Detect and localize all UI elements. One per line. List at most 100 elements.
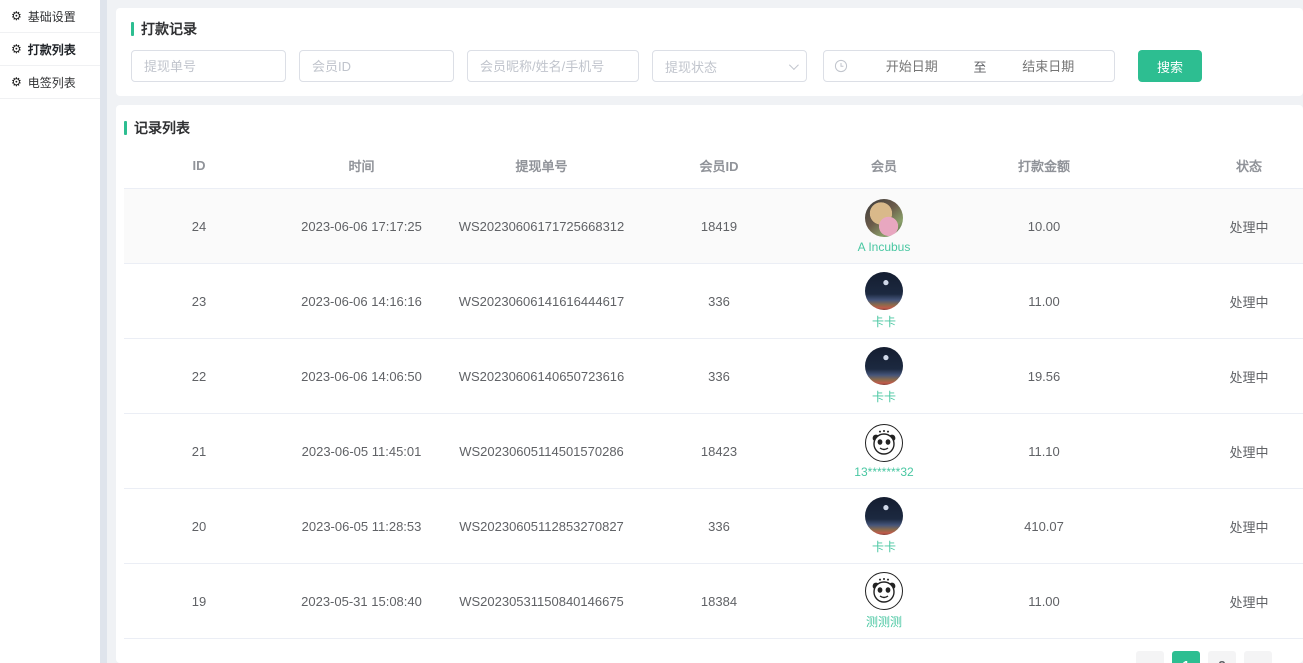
page-title: 打款记录 [141, 19, 197, 39]
cell-member-id: 18419 [634, 189, 804, 264]
member-avatar [865, 199, 903, 237]
sidebar-item-payment-list[interactable]: ⚙ 打款列表 [0, 33, 100, 66]
cell-amount: 11.00 [964, 264, 1124, 339]
member-avatar [865, 497, 903, 535]
table-row: 23 2023-06-06 14:16:16 WS202306061416164… [124, 264, 1303, 339]
gear-icon: ⚙ [11, 10, 22, 22]
cell-id: 22 [124, 339, 274, 414]
cell-time: 2023-06-05 11:45:01 [274, 414, 449, 489]
prev-page-button[interactable]: ‹ [1136, 651, 1164, 663]
cell-status: 处理中 [1124, 489, 1303, 564]
cell-time: 2023-06-05 11:28:53 [274, 489, 449, 564]
withdraw-order-input[interactable] [131, 50, 286, 82]
member-id-input[interactable] [299, 50, 454, 82]
member-name-link[interactable]: 卡卡 [872, 388, 896, 405]
table-row: 22 2023-06-06 14:06:50 WS202306061406507… [124, 339, 1303, 414]
cell-member: 卡卡 [804, 339, 964, 414]
member-avatar [865, 272, 903, 310]
member-name-link[interactable]: 13*******32 [854, 465, 913, 479]
cell-time: 2023-05-31 15:08:40 [274, 564, 449, 639]
table-row: 20 2023-06-05 11:28:53 WS202306051128532… [124, 489, 1303, 564]
record-list-card: 记录列表 ID 时间 提现单号 会员ID 会员 打款金额 状态 [116, 105, 1303, 663]
col-header-amount: 打款金额 [964, 147, 1124, 189]
page-button-1[interactable]: 1 [1172, 651, 1200, 663]
cell-amount: 19.56 [964, 339, 1124, 414]
cell-status: 处理中 [1124, 264, 1303, 339]
date-range-separator: 至 [968, 57, 993, 76]
cell-amount: 11.00 [964, 564, 1124, 639]
main-content: 打款记录 提现状态 至 [116, 0, 1303, 663]
cell-status: 处理中 [1124, 414, 1303, 489]
member-name-link[interactable]: 卡卡 [872, 313, 896, 330]
payment-records-table: ID 时间 提现单号 会员ID 会员 打款金额 状态 24 2023-06-06… [124, 147, 1303, 639]
pagination: ‹ 1 2 › [124, 639, 1295, 663]
cell-member: 卡卡 [804, 264, 964, 339]
member-name-link[interactable]: 测测测 [866, 613, 902, 630]
cell-status: 处理中 [1124, 564, 1303, 639]
app-layout: ⚙ 基础设置 ⚙ 打款列表 ⚙ 电签列表 打款记录 提现状态 [0, 0, 1303, 663]
member-avatar [865, 572, 903, 610]
gear-icon: ⚙ [11, 43, 22, 55]
sidebar-item-basic-settings[interactable]: ⚙ 基础设置 [0, 0, 100, 33]
table-section-title: 记录列表 [124, 118, 1295, 138]
select-placeholder: 提现状态 [665, 57, 717, 76]
sidebar-item-esign-list[interactable]: ⚙ 电签列表 [0, 66, 100, 99]
member-avatar [865, 347, 903, 385]
cell-id: 20 [124, 489, 274, 564]
cell-member-id: 336 [634, 264, 804, 339]
cell-amount: 10.00 [964, 189, 1124, 264]
cell-member: 测测测 [804, 564, 964, 639]
member-name-link[interactable]: 卡卡 [872, 538, 896, 555]
table-row: 21 2023-06-05 11:45:01 WS202306051145015… [124, 414, 1303, 489]
page-button-2[interactable]: 2 [1208, 651, 1236, 663]
sidebar-item-label: 打款列表 [28, 41, 76, 58]
cell-id: 21 [124, 414, 274, 489]
sidebar: ⚙ 基础设置 ⚙ 打款列表 ⚙ 电签列表 [0, 0, 100, 663]
cell-member-id: 336 [634, 489, 804, 564]
cell-order-no: WS20230605112853270827 [449, 489, 634, 564]
col-header-order-no: 提现单号 [449, 147, 634, 189]
cell-order-no: WS20230606140650723616 [449, 339, 634, 414]
col-header-status: 状态 [1124, 147, 1303, 189]
col-header-time: 时间 [274, 147, 449, 189]
date-range-picker[interactable]: 至 [823, 50, 1115, 82]
chevron-down-icon [789, 60, 799, 70]
cell-status: 处理中 [1124, 189, 1303, 264]
table-title: 记录列表 [134, 118, 190, 138]
next-page-button[interactable]: › [1244, 651, 1272, 663]
sidebar-item-label: 电签列表 [28, 74, 76, 91]
cell-id: 19 [124, 564, 274, 639]
title-accent-bar [131, 22, 134, 36]
filter-bar: 提现状态 至 搜索 [131, 50, 1288, 82]
member-name-link[interactable]: A Incubus [858, 240, 911, 254]
clock-icon [834, 59, 848, 73]
cell-order-no: WS20230606141616444617 [449, 264, 634, 339]
cell-time: 2023-06-06 17:17:25 [274, 189, 449, 264]
cell-member-id: 18384 [634, 564, 804, 639]
search-section-title: 打款记录 [131, 19, 1288, 39]
search-card: 打款记录 提现状态 至 [116, 8, 1303, 96]
end-date-input[interactable] [993, 59, 1105, 74]
cell-status: 处理中 [1124, 339, 1303, 414]
cell-id: 23 [124, 264, 274, 339]
cell-member: A Incubus [804, 189, 964, 264]
title-accent-bar [124, 121, 127, 135]
cell-amount: 11.10 [964, 414, 1124, 489]
cell-order-no: WS20230531150840146675 [449, 564, 634, 639]
withdraw-status-select[interactable]: 提现状态 [652, 50, 807, 82]
sidebar-item-label: 基础设置 [28, 8, 76, 25]
start-date-input[interactable] [856, 59, 968, 74]
cell-member: 13*******32 [804, 414, 964, 489]
col-header-member: 会员 [804, 147, 964, 189]
search-button[interactable]: 搜索 [1138, 50, 1202, 82]
cell-member-id: 18423 [634, 414, 804, 489]
cell-member: 卡卡 [804, 489, 964, 564]
table-row: 19 2023-05-31 15:08:40 WS202305311508401… [124, 564, 1303, 639]
gear-icon: ⚙ [11, 76, 22, 88]
cell-time: 2023-06-06 14:16:16 [274, 264, 449, 339]
table-header-row: ID 时间 提现单号 会员ID 会员 打款金额 状态 [124, 147, 1303, 189]
member-info-input[interactable] [467, 50, 639, 82]
cell-id: 24 [124, 189, 274, 264]
col-header-id: ID [124, 147, 274, 189]
cell-time: 2023-06-06 14:06:50 [274, 339, 449, 414]
